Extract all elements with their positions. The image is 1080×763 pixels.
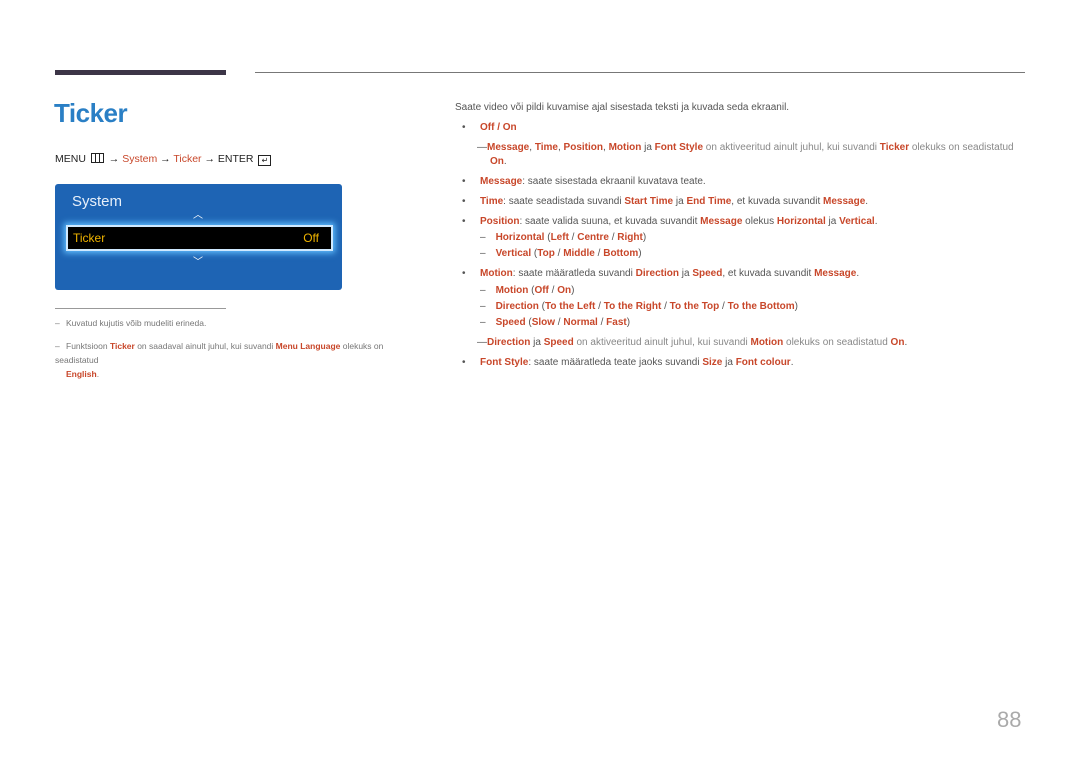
item-position: • Position: saate valida suuna, et kuvada… xyxy=(462,216,878,227)
menu-label: MENU xyxy=(55,153,86,165)
osd-row-value: Off xyxy=(303,231,319,245)
sub-motion: – Motion (Off / On) xyxy=(480,285,575,296)
enter-label: ENTER xyxy=(217,153,254,165)
enter-icon: ↵ xyxy=(258,155,272,166)
arrow: → xyxy=(204,153,215,165)
chevron-down-icon[interactable]: ﹀ xyxy=(193,253,203,268)
note-1: – Kuvatud kujutis võib mudeliti erineda. xyxy=(55,318,207,328)
osd-row-label: Ticker xyxy=(73,231,106,245)
sub-horizontal: – Horizontal (Left / Centre / Right) xyxy=(480,232,647,243)
note-activation: —Message, Time, Position, Motion ja Font… xyxy=(477,142,1014,153)
sub-vertical: – Vertical (Top / Middle / Bottom) xyxy=(480,248,642,259)
sub-direction: – Direction (To the Left / To the Right /… xyxy=(480,301,798,312)
note-2: – Funktsioon Ticker on saadaval ainult ju… xyxy=(55,341,384,379)
item-message: • Message: saate sisestada ekraanil kuvat… xyxy=(462,176,706,187)
note-direction-speed: —Direction ja Speed on aktiveeritud ainu… xyxy=(477,337,908,348)
arrow: → xyxy=(160,153,171,165)
item-motion: • Motion: saate määratleda suvandi Direct… xyxy=(462,268,860,279)
osd-title: System xyxy=(72,193,123,210)
menu-path: MENU → System → Ticker → ENTER ↵ xyxy=(55,153,272,166)
osd-ticker-row[interactable]: Ticker Off xyxy=(66,225,333,251)
path-system: System xyxy=(122,153,158,165)
item-offon: • Off / On xyxy=(462,122,517,133)
page-number: 88 xyxy=(997,707,1022,732)
arrow: → xyxy=(108,153,120,165)
header-bar-left xyxy=(55,70,226,75)
item-time: • Time: saate seadistada suvandi Start Ti… xyxy=(462,196,869,207)
sub-speed: – Speed (Slow / Normal / Fast) xyxy=(480,317,631,328)
item-fontstyle: • Font Style: saate määratleda teate jaok… xyxy=(462,357,794,368)
chevron-up-icon[interactable]: ︿ xyxy=(193,206,203,221)
intro-text: Saate video või pildi kuvamise ajal sise… xyxy=(455,102,790,113)
menu-icon xyxy=(90,153,104,163)
path-ticker: Ticker xyxy=(173,153,202,165)
page-title: Ticker xyxy=(54,98,128,128)
header-rule-right xyxy=(255,72,1025,73)
notes-rule xyxy=(55,308,226,309)
note-activation-cont: On. xyxy=(490,156,507,167)
osd-menu: System ︿ Ticker Off ﹀ xyxy=(55,184,342,290)
